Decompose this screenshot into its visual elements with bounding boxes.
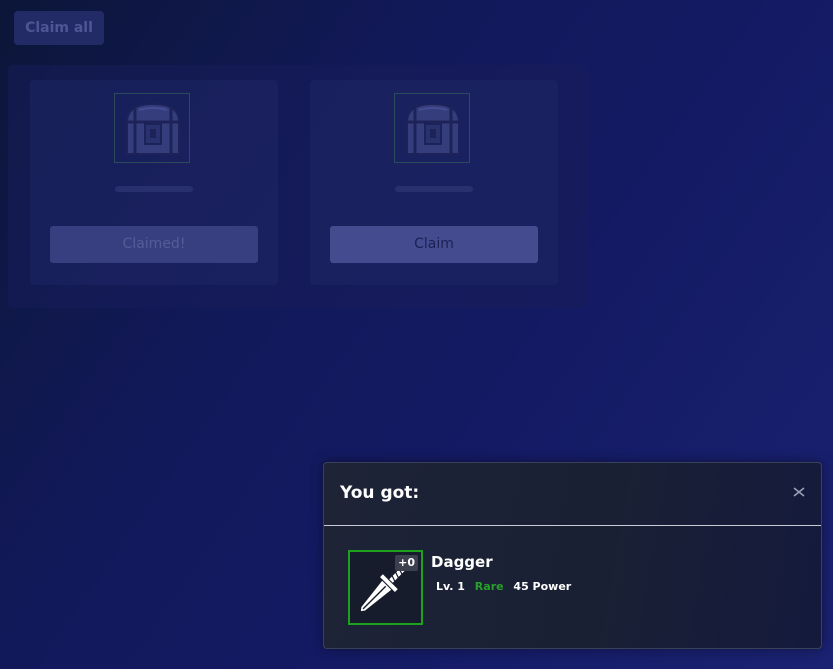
item-name: Dagger (431, 553, 493, 571)
close-icon[interactable] (791, 485, 807, 501)
popup-title: You got: (340, 483, 420, 503)
item-level: Lv. 1 (436, 580, 465, 593)
claim-button[interactable]: Claim (330, 226, 538, 263)
item-rarity: Rare (474, 580, 504, 593)
item-stats: Lv. 1 Rare 45 Power (436, 580, 577, 593)
chest-icon (406, 102, 460, 155)
upgrade-badge: +0 (395, 555, 418, 571)
chest-frame (114, 93, 190, 163)
item-slot[interactable]: +0 (348, 550, 423, 625)
reward-card: Claimed! (30, 80, 278, 285)
item-power: 45 Power (513, 580, 572, 593)
chest-caption-placeholder (310, 177, 558, 192)
reward-card: Claim (310, 80, 558, 285)
game-screen: Claim all Claimed! Claim You got: +0 Dag… (0, 0, 833, 669)
reward-popup: You got: +0 Dagger Lv. 1 Rare 45 Power (323, 462, 822, 649)
claim-all-button[interactable]: Claim all (14, 11, 104, 45)
popup-divider (324, 525, 821, 526)
chest-frame (394, 93, 470, 163)
chest-icon (126, 102, 180, 155)
chest-caption-placeholder (30, 177, 278, 192)
claimed-button[interactable]: Claimed! (50, 226, 258, 263)
